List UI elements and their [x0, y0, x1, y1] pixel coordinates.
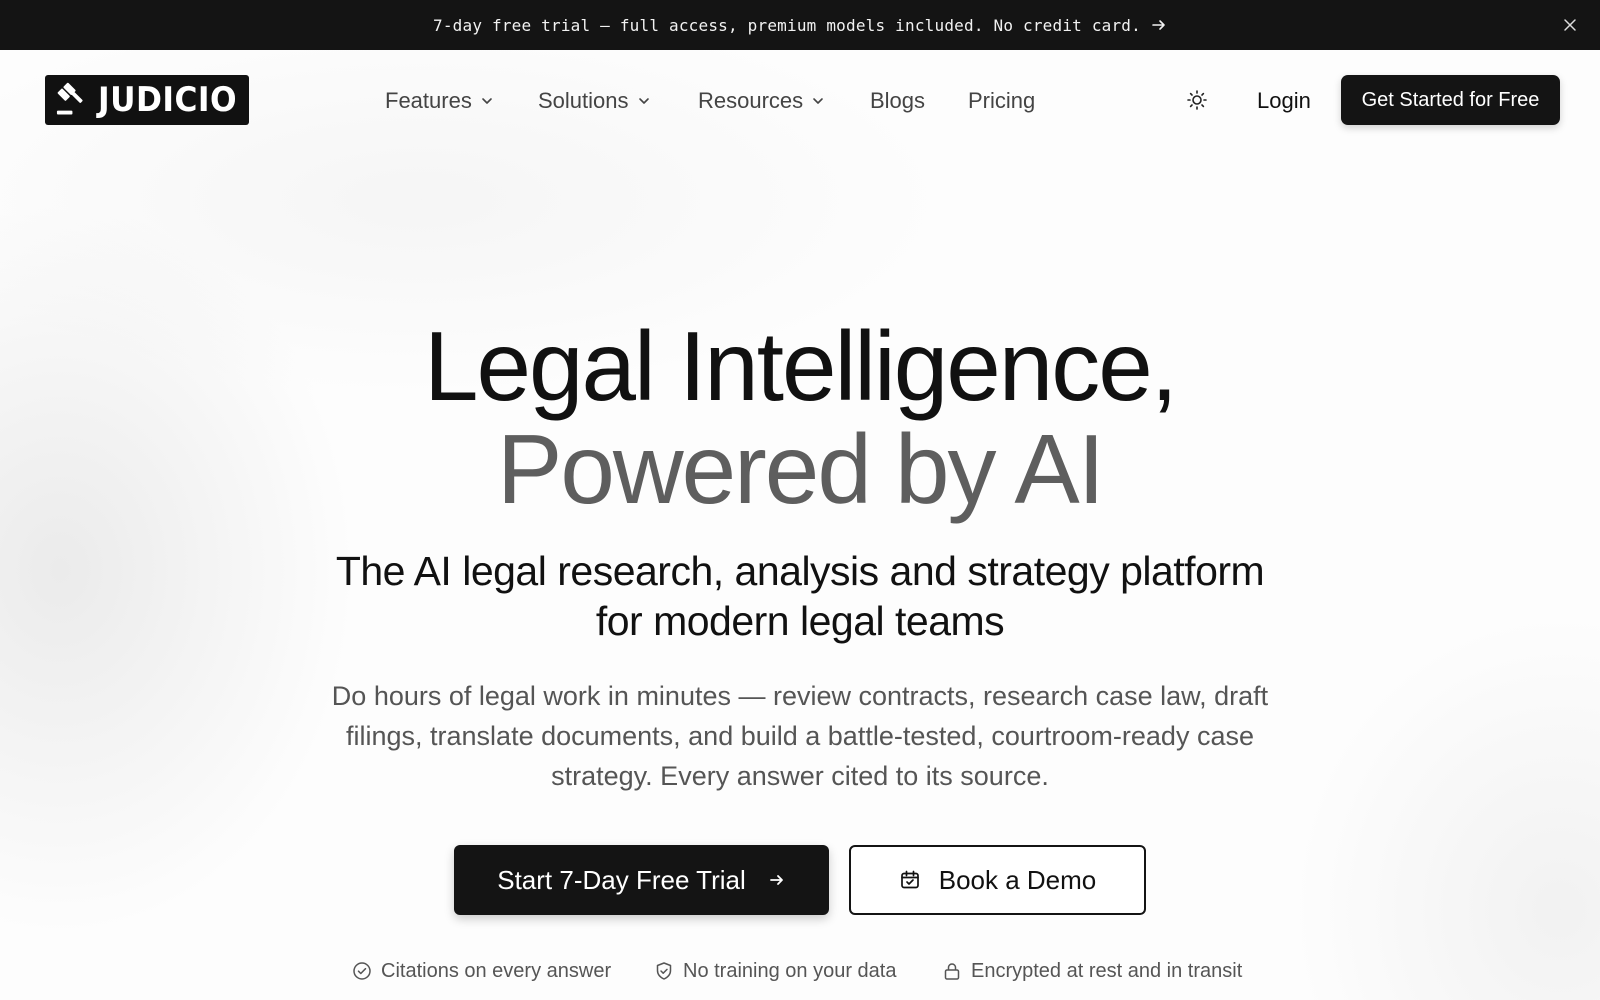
trust-item-citations: Citations on every answer	[352, 958, 611, 984]
nav-item-resources[interactable]: Resources	[698, 86, 825, 116]
start-trial-button[interactable]: Start 7-Day Free Trial	[454, 845, 829, 915]
nav-item-pricing[interactable]: Pricing	[968, 86, 1035, 116]
chevron-down-icon	[813, 98, 823, 104]
nav-item-blogs[interactable]: Blogs	[870, 86, 925, 116]
announcement-text: 7-day free trial — full access, premium …	[433, 15, 1141, 35]
hero-section: Legal Intelligence, Powered by AI The AI…	[0, 0, 1600, 1000]
hero-subheading: The AI legal research, analysis and stra…	[300, 546, 1300, 646]
hero-description: Do hours of legal work in minutes — revi…	[331, 681, 1269, 791]
brand-logo[interactable]: JUDICIO	[45, 75, 249, 125]
book-demo-button[interactable]: Book a Demo	[849, 845, 1146, 915]
trust-item-label: Citations on every answer	[381, 959, 612, 982]
lock-icon	[944, 963, 960, 980]
theme-toggle-button[interactable]	[1184, 87, 1210, 113]
arrow-right-icon	[1152, 20, 1165, 30]
sun-icon	[1187, 90, 1207, 110]
announcement-link[interactable]: 7-day free trial — full access, premium …	[433, 16, 1167, 35]
chevron-down-icon	[482, 98, 492, 104]
nav-item-solutions[interactable]: Solutions	[538, 86, 651, 116]
nav-item-label: Resources	[698, 88, 804, 113]
shield-check-icon	[656, 962, 672, 980]
nav-item-label: Solutions	[538, 88, 629, 113]
trust-item-encryption: Encrypted at rest and in transit	[942, 958, 1242, 984]
book-demo-label: Book a Demo	[938, 864, 1097, 895]
brand-name: JUDICIO	[97, 80, 237, 120]
nav-item-label: Blogs	[870, 88, 926, 113]
trust-item-no-training: No training on your data	[654, 958, 896, 984]
announcement-close-button[interactable]	[1560, 15, 1580, 35]
trust-item-label: No training on your data	[683, 959, 897, 982]
hero-title-line2: Powered by AI	[497, 414, 1105, 524]
close-icon	[1564, 19, 1576, 31]
chevron-down-icon	[638, 98, 649, 104]
calendar-icon	[900, 870, 919, 889]
nav-item-label: Pricing	[968, 88, 1036, 113]
announcement-bar: 7-day free trial — full access, premium …	[0, 0, 1600, 50]
hero-title-line1: Legal Intelligence,	[423, 311, 1178, 421]
top-navigation: JUDICIO Features Solutions Resources Blo…	[0, 50, 1600, 150]
nav-item-label: Features	[385, 88, 472, 113]
get-started-button[interactable]: Get Started for Free	[1341, 75, 1560, 125]
check-circle-icon	[353, 962, 371, 980]
subhead-line1: The AI legal research, analysis and stra…	[335, 548, 1265, 594]
arrow-right-icon	[769, 875, 783, 885]
gavel-icon	[56, 82, 83, 115]
trust-item-label: Encrypted at rest and in transit	[971, 959, 1243, 982]
start-trial-label: Start 7-Day Free Trial	[497, 864, 746, 895]
nav-item-features[interactable]: Features	[385, 86, 494, 116]
login-link[interactable]: Login	[1257, 86, 1311, 116]
subhead-line2: for modern legal teams	[595, 598, 1005, 644]
